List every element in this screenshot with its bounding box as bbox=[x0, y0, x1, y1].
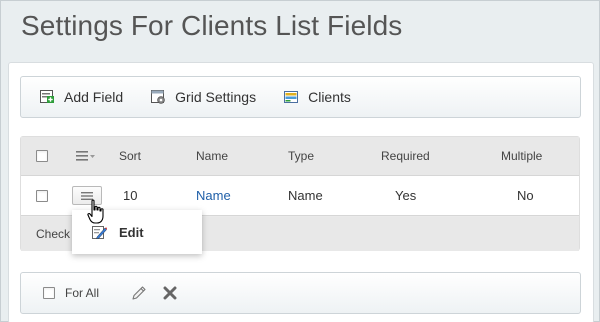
add-field-button[interactable]: Add Field bbox=[40, 89, 123, 105]
row-checkbox[interactable] bbox=[36, 189, 48, 202]
bulk-delete-button[interactable] bbox=[163, 273, 177, 313]
grid-settings-icon bbox=[151, 90, 165, 104]
clients-label: Clients bbox=[308, 89, 351, 105]
row-multiple: No bbox=[517, 188, 534, 203]
for-all-label: For All bbox=[65, 286, 100, 300]
add-field-label: Add Field bbox=[64, 89, 124, 105]
edit-menu-item[interactable]: Edit bbox=[119, 225, 144, 240]
row-required: Yes bbox=[395, 188, 417, 203]
row-select-cell bbox=[36, 176, 48, 215]
for-all-checkbox[interactable] bbox=[43, 287, 55, 299]
column-type[interactable]: Type bbox=[288, 137, 314, 175]
add-field-icon bbox=[40, 90, 54, 103]
column-menu-cell bbox=[76, 137, 96, 175]
pencil-icon bbox=[132, 286, 146, 300]
toolbar: Add Field Grid Settings Clients bbox=[20, 76, 581, 118]
bulk-actions-bar: For All bbox=[20, 272, 581, 314]
column-multiple[interactable]: Multiple bbox=[501, 137, 542, 175]
column-sort[interactable]: Sort bbox=[119, 137, 141, 175]
footer-check-text: Check bbox=[36, 227, 71, 241]
grid-settings-button[interactable]: Grid Settings bbox=[151, 89, 256, 105]
column-menu-icon[interactable] bbox=[76, 151, 96, 161]
delete-icon bbox=[163, 286, 177, 300]
hand-cursor-icon bbox=[87, 199, 104, 224]
page-title: Settings For Clients List Fields bbox=[21, 10, 403, 41]
grid-settings-label: Grid Settings bbox=[175, 89, 257, 105]
edit-icon bbox=[92, 225, 107, 239]
row-type: Name bbox=[288, 188, 323, 203]
select-all-cell bbox=[36, 137, 48, 175]
grid-header: Sort Name Type Required Multiple bbox=[21, 137, 579, 176]
column-required[interactable]: Required bbox=[381, 137, 430, 175]
clients-icon bbox=[284, 91, 299, 103]
column-name[interactable]: Name bbox=[196, 137, 228, 175]
bulk-edit-button[interactable] bbox=[131, 273, 147, 313]
clients-button[interactable]: Clients bbox=[284, 89, 351, 105]
select-all-checkbox[interactable] bbox=[36, 150, 48, 162]
for-all-control[interactable]: For All bbox=[43, 273, 99, 313]
